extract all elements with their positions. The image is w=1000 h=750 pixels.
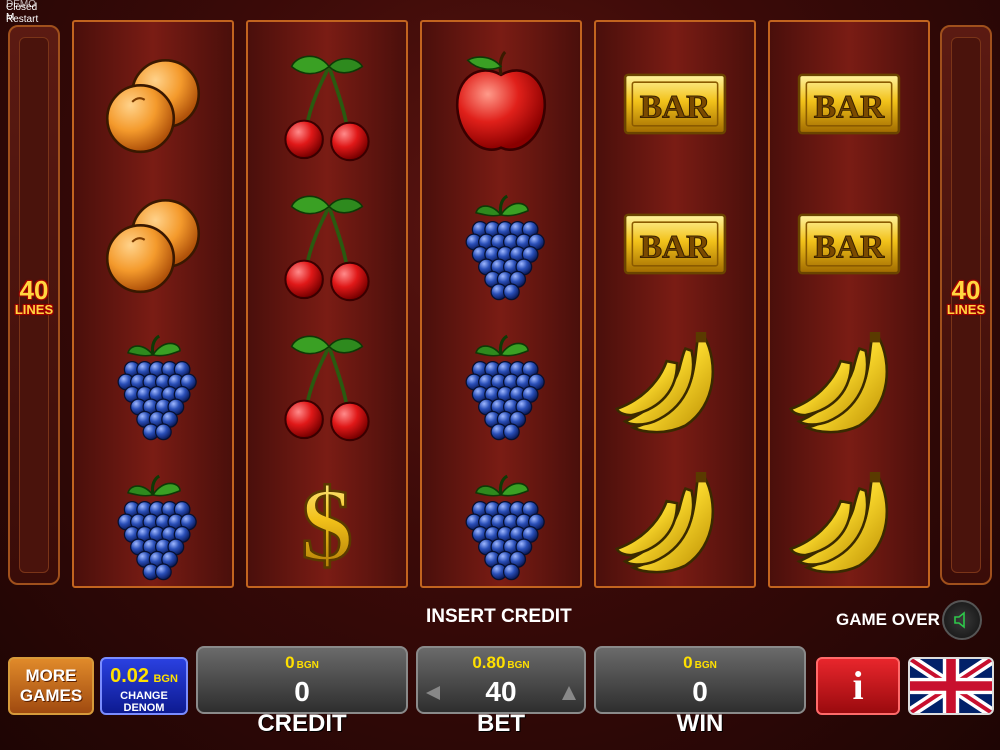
bet-panel: 0.80 BGN 40	[416, 646, 586, 714]
bar-icon: BAR	[623, 73, 727, 135]
win-amount: 0	[683, 653, 693, 672]
symbol-bar: BAR	[596, 34, 754, 174]
reel-4: BAR BAR	[594, 20, 756, 588]
info-label: i	[852, 663, 864, 708]
grapes-icon	[117, 474, 197, 581]
bet-amount: 0.80	[472, 653, 506, 672]
sound-button[interactable]	[942, 600, 982, 640]
symbol-bar: BAR	[770, 174, 928, 314]
left-lines-text: LINES	[14, 302, 54, 317]
reel-3	[420, 20, 582, 588]
denom-currency: BGN	[153, 673, 178, 685]
apple-icon	[456, 50, 546, 151]
symbol-grapes	[422, 454, 580, 594]
symbol-bar: BAR	[770, 34, 928, 174]
symbol-cherries	[248, 174, 406, 314]
more-games-button[interactable]: MORE GAMES	[8, 657, 94, 715]
speaker-icon	[954, 611, 965, 629]
credit-amount: 0	[285, 653, 295, 672]
symbol-bananas	[596, 454, 754, 594]
svg-text:BAR: BAR	[814, 229, 885, 266]
peaches-icon	[105, 199, 201, 294]
reel-2: $	[246, 20, 408, 588]
credit-label: CREDIT	[257, 710, 347, 737]
symbol-cherries	[248, 314, 406, 454]
left-lines-indicator: 40 LINES	[8, 277, 60, 317]
symbol-grapes	[74, 454, 232, 594]
bar-icon: BAR	[797, 73, 901, 135]
peaches-icon	[105, 59, 201, 154]
bar-icon: BAR	[797, 213, 901, 275]
dollar-icon: $	[300, 466, 355, 584]
svg-text:$: $	[301, 467, 353, 582]
symbol-peaches	[74, 34, 232, 174]
grapes-icon	[117, 334, 197, 441]
grapes-icon	[465, 474, 545, 581]
change-denom-button[interactable]: 0.02 BGN CHANGE DENOM	[100, 657, 188, 715]
grapes-icon	[465, 194, 545, 301]
symbol-bananas	[770, 454, 928, 594]
cherries-icon	[284, 335, 370, 442]
credit-value: 0	[294, 676, 310, 707]
win-value: 0	[692, 676, 708, 707]
bananas-icon	[614, 332, 715, 434]
bananas-icon	[614, 472, 715, 574]
right-lines-indicator: 40 LINES	[940, 277, 992, 317]
win-label: WIN	[676, 710, 724, 737]
symbol-cherries	[248, 34, 406, 174]
bet-currency: BGN	[507, 660, 530, 671]
right-lines-count: 40	[951, 275, 981, 305]
svg-text:BAR: BAR	[640, 229, 711, 266]
win-money: 0 BGN	[596, 653, 804, 673]
win-currency: BGN	[694, 660, 717, 671]
game-over-text: GAME OVER	[836, 610, 940, 629]
restart-link[interactable]: Restart	[6, 15, 38, 25]
denom-display: 0.02 BGN	[102, 659, 186, 688]
symbol-dollar: $	[248, 454, 406, 594]
symbol-grapes	[74, 314, 232, 454]
bet-money: 0.80 BGN	[418, 653, 584, 673]
symbol-apple	[422, 34, 580, 174]
reel-1	[72, 20, 234, 588]
denom-value: 0.02	[110, 665, 150, 687]
cherries-icon	[284, 55, 370, 162]
symbol-peaches	[74, 174, 232, 314]
cherries-icon	[284, 195, 370, 302]
left-lines-count: 40	[19, 275, 49, 305]
credit-money: 0 BGN	[198, 653, 406, 673]
symbol-bananas	[596, 314, 754, 454]
bar-icon: BAR	[623, 213, 727, 275]
svg-text:BAR: BAR	[640, 89, 711, 126]
info-button[interactable]: i	[816, 657, 900, 715]
credit-panel: 0 BGN 0	[196, 646, 408, 714]
bananas-icon	[788, 332, 889, 434]
triangle-right-icon[interactable]	[560, 684, 578, 702]
win-panel: 0 BGN 0	[594, 646, 806, 714]
bet-label: BET	[477, 710, 525, 737]
symbol-bananas	[770, 314, 928, 454]
right-lines-rail: 40 LINES	[940, 25, 992, 585]
symbol-grapes	[422, 314, 580, 454]
more-games-label: MORE GAMES	[19, 666, 83, 705]
left-lines-rail: 40 LINES	[8, 25, 60, 585]
uk-flag-icon	[910, 659, 992, 713]
triangle-left-icon[interactable]	[424, 684, 442, 702]
symbol-bar: BAR	[596, 174, 754, 314]
bananas-icon	[788, 472, 889, 574]
right-lines-text: LINES	[946, 302, 986, 317]
change-denom-label: CHANGE DENOM	[120, 690, 168, 714]
symbol-grapes	[422, 174, 580, 314]
language-button[interactable]	[908, 657, 994, 715]
svg-text:BAR: BAR	[814, 89, 885, 126]
insert-credit-text: INSERT CREDIT	[426, 606, 572, 627]
credit-currency: BGN	[296, 660, 319, 671]
reel-5: BAR BAR	[768, 20, 930, 588]
grapes-icon	[465, 334, 545, 441]
